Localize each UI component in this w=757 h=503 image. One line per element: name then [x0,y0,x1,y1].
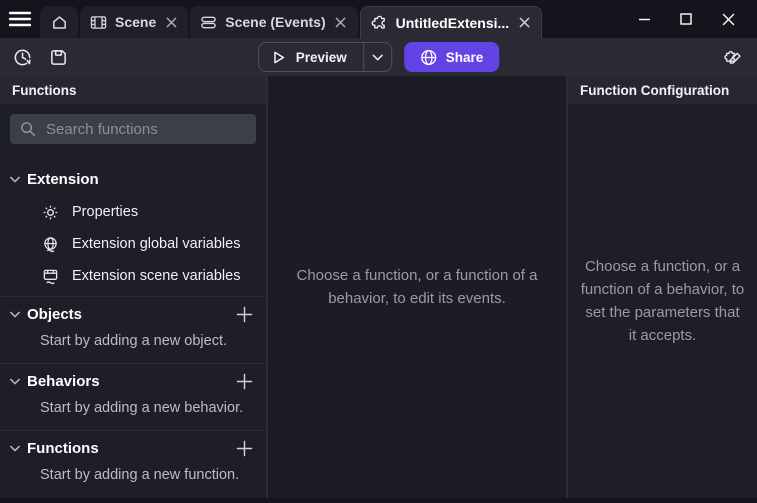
preview-options-button[interactable] [363,43,391,71]
search-functions-input[interactable] [46,121,246,138]
chevron-down-icon [372,54,383,61]
tab-untitled-extension[interactable]: UntitledExtensi... [360,6,543,38]
behaviors-section-header[interactable]: Behaviors [0,364,266,398]
gear-icon [42,204,59,221]
panel-title-text: Functions [12,83,77,98]
functions-section-header[interactable]: Functions [0,431,266,465]
tab-scene[interactable]: Scene [80,6,188,38]
extension-section-header[interactable]: Extension [0,162,266,196]
share-button[interactable]: Share [404,42,500,72]
chevron-down-icon [10,176,20,183]
extension-global-variables-item[interactable]: Extension global variables [0,228,266,260]
window-bottom-edge [0,498,757,503]
preview-label: Preview [296,50,347,65]
tab-label: UntitledExtensi... [396,15,510,31]
globe-icon [420,49,437,66]
configuration-placeholder: Choose a function, or a function of a be… [580,255,745,348]
extension-puzzle-icon [371,14,388,31]
scene-variable-icon [42,268,59,285]
search-icon [20,121,36,137]
events-editor-panel: Choose a function, or a function of a be… [268,76,566,498]
section-title: Functions [27,440,99,457]
objects-empty-hint: Start by adding a new object. [0,331,266,363]
functions-panel: Functions Extension [0,76,266,498]
maximize-button[interactable] [665,0,707,38]
functions-section: Functions Start by adding a new function… [0,431,266,497]
function-configuration-title: Function Configuration [568,76,757,104]
history-button[interactable] [12,47,33,68]
function-configuration-panel: Function Configuration Choose a function… [568,76,757,498]
extension-scene-variables-item[interactable]: Extension scene variables [0,260,266,292]
close-window-button[interactable] [707,0,749,38]
close-tab-icon[interactable] [517,16,531,30]
hamburger-icon [9,11,31,27]
section-title: Extension [27,171,99,188]
window-controls [623,0,757,38]
tab-bar: Scene Scene (Events) [40,0,542,38]
chevron-down-icon [10,378,20,385]
play-icon [271,50,286,65]
main-area: Functions Extension [0,76,757,498]
functions-panel-title: Functions [0,76,266,104]
search-functions-box[interactable] [10,114,256,144]
add-function-button[interactable] [232,436,256,460]
chevron-down-icon [10,445,20,452]
add-object-button[interactable] [232,302,256,326]
tree-item-label: Extension global variables [72,236,240,252]
configuration-placeholder-wrap: Choose a function, or a function of a be… [568,104,757,498]
search-wrap [0,104,266,154]
main-menu-button[interactable] [0,0,40,38]
tree-item-label: Extension scene variables [72,268,240,284]
objects-section-header[interactable]: Objects [0,297,266,331]
toolbar: Preview Share [0,38,757,76]
home-icon [51,14,68,31]
globe-variable-icon [42,236,59,253]
panel-title-text: Function Configuration [580,83,729,98]
functions-empty-hint: Start by adding a new function. [0,465,266,497]
film-icon [90,15,107,30]
extension-section: Extension Properties [0,154,266,296]
tab-label: Scene [115,14,156,30]
minimize-button[interactable] [623,0,665,38]
tab-label: Scene (Events) [225,14,325,30]
close-tab-icon[interactable] [334,15,348,29]
chevron-down-icon [10,311,20,318]
share-label: Share [446,50,484,65]
titlebar: Scene Scene (Events) [0,0,757,38]
save-icon[interactable] [49,48,68,67]
preview-button-group: Preview [258,42,392,72]
behaviors-empty-hint: Start by adding a new behavior. [0,398,266,430]
extension-properties-item[interactable]: Properties [0,196,266,228]
tree-item-label: Properties [72,204,138,220]
events-editor-placeholder: Choose a function, or a function of a be… [268,264,566,311]
behaviors-section: Behaviors Start by adding a new behavior… [0,364,266,430]
edit-extension-button[interactable] [723,47,745,68]
section-title: Behaviors [27,373,100,390]
section-title: Objects [27,306,82,323]
tab-home[interactable] [40,6,78,38]
preview-button[interactable]: Preview [259,43,363,71]
objects-section: Objects Start by adding a new object. [0,297,266,363]
close-tab-icon[interactable] [164,15,178,29]
tab-scene-events[interactable]: Scene (Events) [190,6,357,38]
add-behavior-button[interactable] [232,369,256,393]
events-sheet-icon [200,15,217,30]
